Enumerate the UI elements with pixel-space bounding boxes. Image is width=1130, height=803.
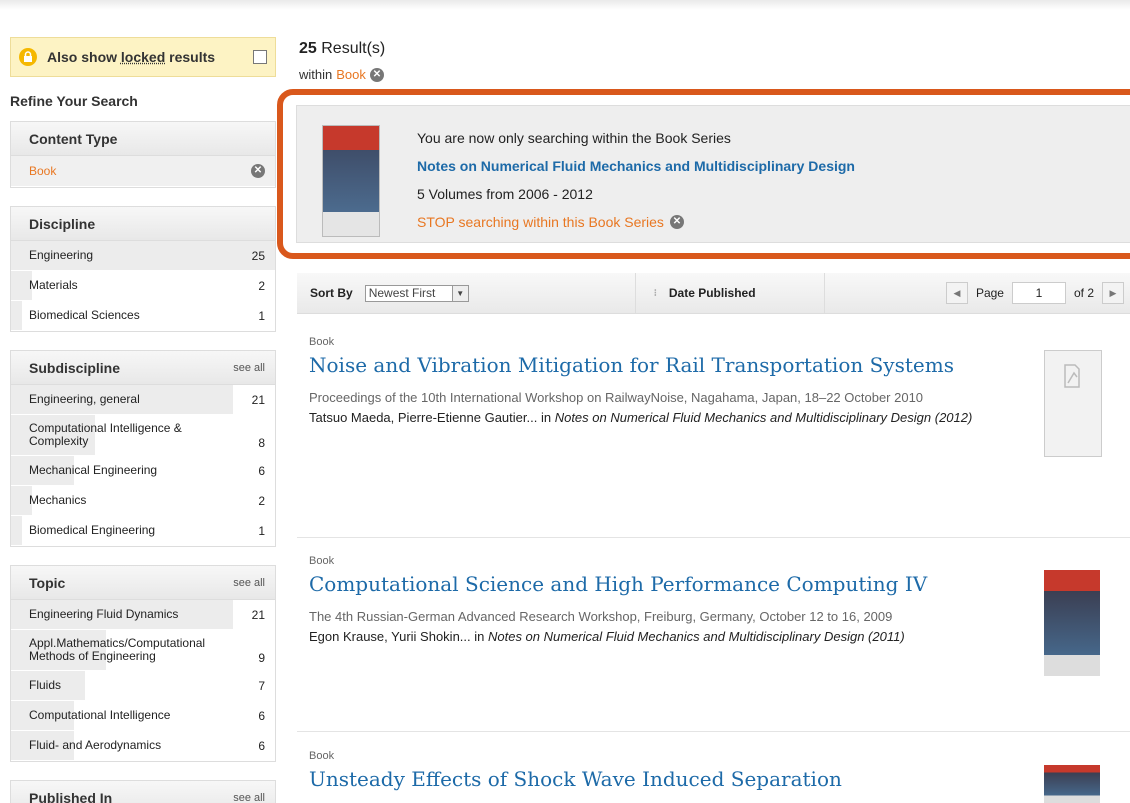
facet-item[interactable]: Fluids 7 <box>11 671 275 701</box>
lock-icon <box>19 48 37 66</box>
result-authors: Tatsuo Maeda, Pierre-Etienne Gautier... … <box>309 410 973 425</box>
sort-by-label: Sort By <box>310 286 353 300</box>
facet-item[interactable]: Appl.Mathematics/Computational Methods o… <box>11 630 275 671</box>
result-divider <box>297 731 1130 732</box>
result-title-link[interactable]: Noise and Vibration Mitigation for Rail … <box>309 353 1009 377</box>
result-cover-image[interactable] <box>1044 570 1100 676</box>
result-source-link[interactable]: Notes on Numerical Fluid Mechanics and M… <box>555 410 973 425</box>
page-label: Page <box>975 286 1004 300</box>
result-type: Book <box>309 336 335 348</box>
facet-item[interactable]: Materials 2 <box>11 271 275 301</box>
close-icon[interactable]: ✕ <box>669 215 684 229</box>
facet-item-book[interactable]: Book ✕ <box>11 156 275 187</box>
locked-label: Also show locked results <box>47 49 216 65</box>
facet-item[interactable]: Biomedical Sciences 1 <box>11 301 275 331</box>
no-cover-icon <box>1064 364 1080 388</box>
pagination: ◀ Page 1 of 2 ▶ <box>945 282 1124 304</box>
locked-link[interactable]: locked <box>121 49 165 65</box>
within-book-link[interactable]: Book <box>336 67 366 82</box>
result-item: Book Unsteady Effects of Shock Wave Indu… <box>309 750 1009 802</box>
refine-sidebar: Also show locked results Refine Your Sea… <box>10 37 276 803</box>
result-title-link[interactable]: Unsteady Effects of Shock Wave Induced S… <box>309 767 1009 791</box>
page-total: of 2 <box>1073 286 1094 300</box>
facet-header: Topic see all <box>11 566 275 600</box>
next-page-button[interactable]: ▶ <box>1102 282 1124 304</box>
facet-header: Subdiscipline see all <box>11 351 275 385</box>
within-filter: within Book ✕ <box>299 67 384 82</box>
prev-page-button[interactable]: ◀ <box>945 282 968 304</box>
result-type: Book <box>309 555 335 567</box>
result-item: Book Noise and Vibration Mitigation for … <box>309 336 1009 425</box>
facet-item[interactable]: Engineering, general 21 <box>11 385 275 415</box>
sort-select[interactable]: Newest First ▼ <box>364 284 469 302</box>
stop-series-link[interactable]: STOP searching within this Book Series ✕ <box>417 208 855 236</box>
series-volumes: 5 Volumes from 2006 - 2012 <box>417 186 593 202</box>
facet-discipline: Discipline Engineering 25 Materials 2 Biom… <box>10 206 276 332</box>
page-input[interactable]: 1 <box>1011 282 1066 304</box>
result-title-link[interactable]: Computational Science and High Performan… <box>309 572 1009 596</box>
facet-item[interactable]: Computational Intelligence & Complexity 8 <box>11 415 275 456</box>
top-shadow <box>0 0 1130 10</box>
series-title-link[interactable]: Notes on Numerical Fluid Mechanics and M… <box>417 152 855 180</box>
refine-title: Refine Your Search <box>10 93 138 109</box>
see-all-link[interactable]: see all <box>233 362 265 374</box>
result-cover-image[interactable] <box>1044 765 1100 803</box>
book-series-highlight: You are now only searching within the Bo… <box>277 89 1130 259</box>
series-intro: You are now only searching within the Bo… <box>417 130 731 146</box>
facet-published-in: Published In see all <box>10 780 276 803</box>
facet-item[interactable]: Mechanics 2 <box>11 486 275 516</box>
results-count: 25 Result(s) <box>299 40 386 57</box>
book-series-panel: You are now only searching within the Bo… <box>296 105 1130 243</box>
facet-header: Discipline <box>11 207 275 241</box>
facet-topic: Topic see all Engineering Fluid Dynamics 2… <box>10 565 276 762</box>
facet-item[interactable]: Computational Intelligence 6 <box>11 701 275 731</box>
facet-item[interactable]: Mechanical Engineering 6 <box>11 456 275 486</box>
divider <box>823 273 825 313</box>
date-published-sort[interactable]: ⁝ Date Published <box>636 286 824 300</box>
result-type: Book <box>309 750 335 762</box>
facet-item[interactable]: Fluid- and Aerodynamics 6 <box>11 731 275 761</box>
facet-content-type: Content Type Book ✕ <box>10 121 276 188</box>
result-subtitle: Proceedings of the 10th International Wo… <box>309 390 924 405</box>
sort-bar: Sort By Newest First ▼ ⁝ Date Published ◀ … <box>297 273 1130 314</box>
search-results-page: Also show locked results Refine Your Sea… <box>0 0 1130 803</box>
locked-results-toggle[interactable]: Also show locked results <box>10 37 276 77</box>
result-divider <box>297 537 1130 538</box>
result-thumbnail-placeholder[interactable] <box>1044 350 1102 457</box>
facet-item[interactable]: Biomedical Engineering 1 <box>11 516 275 546</box>
remove-within-icon[interactable]: ✕ <box>369 67 384 82</box>
chevron-down-icon: ▼ <box>451 285 468 301</box>
see-all-link[interactable]: see all <box>233 792 265 803</box>
drag-handle-icon: ⁝ <box>653 287 657 299</box>
locked-checkbox[interactable] <box>253 50 267 64</box>
facet-header: Content Type <box>11 122 275 156</box>
remove-filter-icon[interactable]: ✕ <box>251 164 265 178</box>
see-all-link[interactable]: see all <box>233 577 265 589</box>
facet-subdiscipline: Subdiscipline see all Engineering, genera… <box>10 350 276 547</box>
result-item: Book Computational Science and High Perf… <box>309 555 1009 644</box>
series-cover-image <box>323 126 379 236</box>
result-subtitle: The 4th Russian-German Advanced Research… <box>309 609 893 624</box>
facet-header: Published In see all <box>11 781 275 803</box>
result-source-link[interactable]: Notes on Numerical Fluid Mechanics and M… <box>488 629 905 644</box>
result-authors: Egon Krause, Yurii Shokin... in Notes on… <box>309 629 905 644</box>
facet-item[interactable]: Engineering Fluid Dynamics 21 <box>11 600 275 630</box>
facet-item[interactable]: Engineering 25 <box>11 241 275 271</box>
